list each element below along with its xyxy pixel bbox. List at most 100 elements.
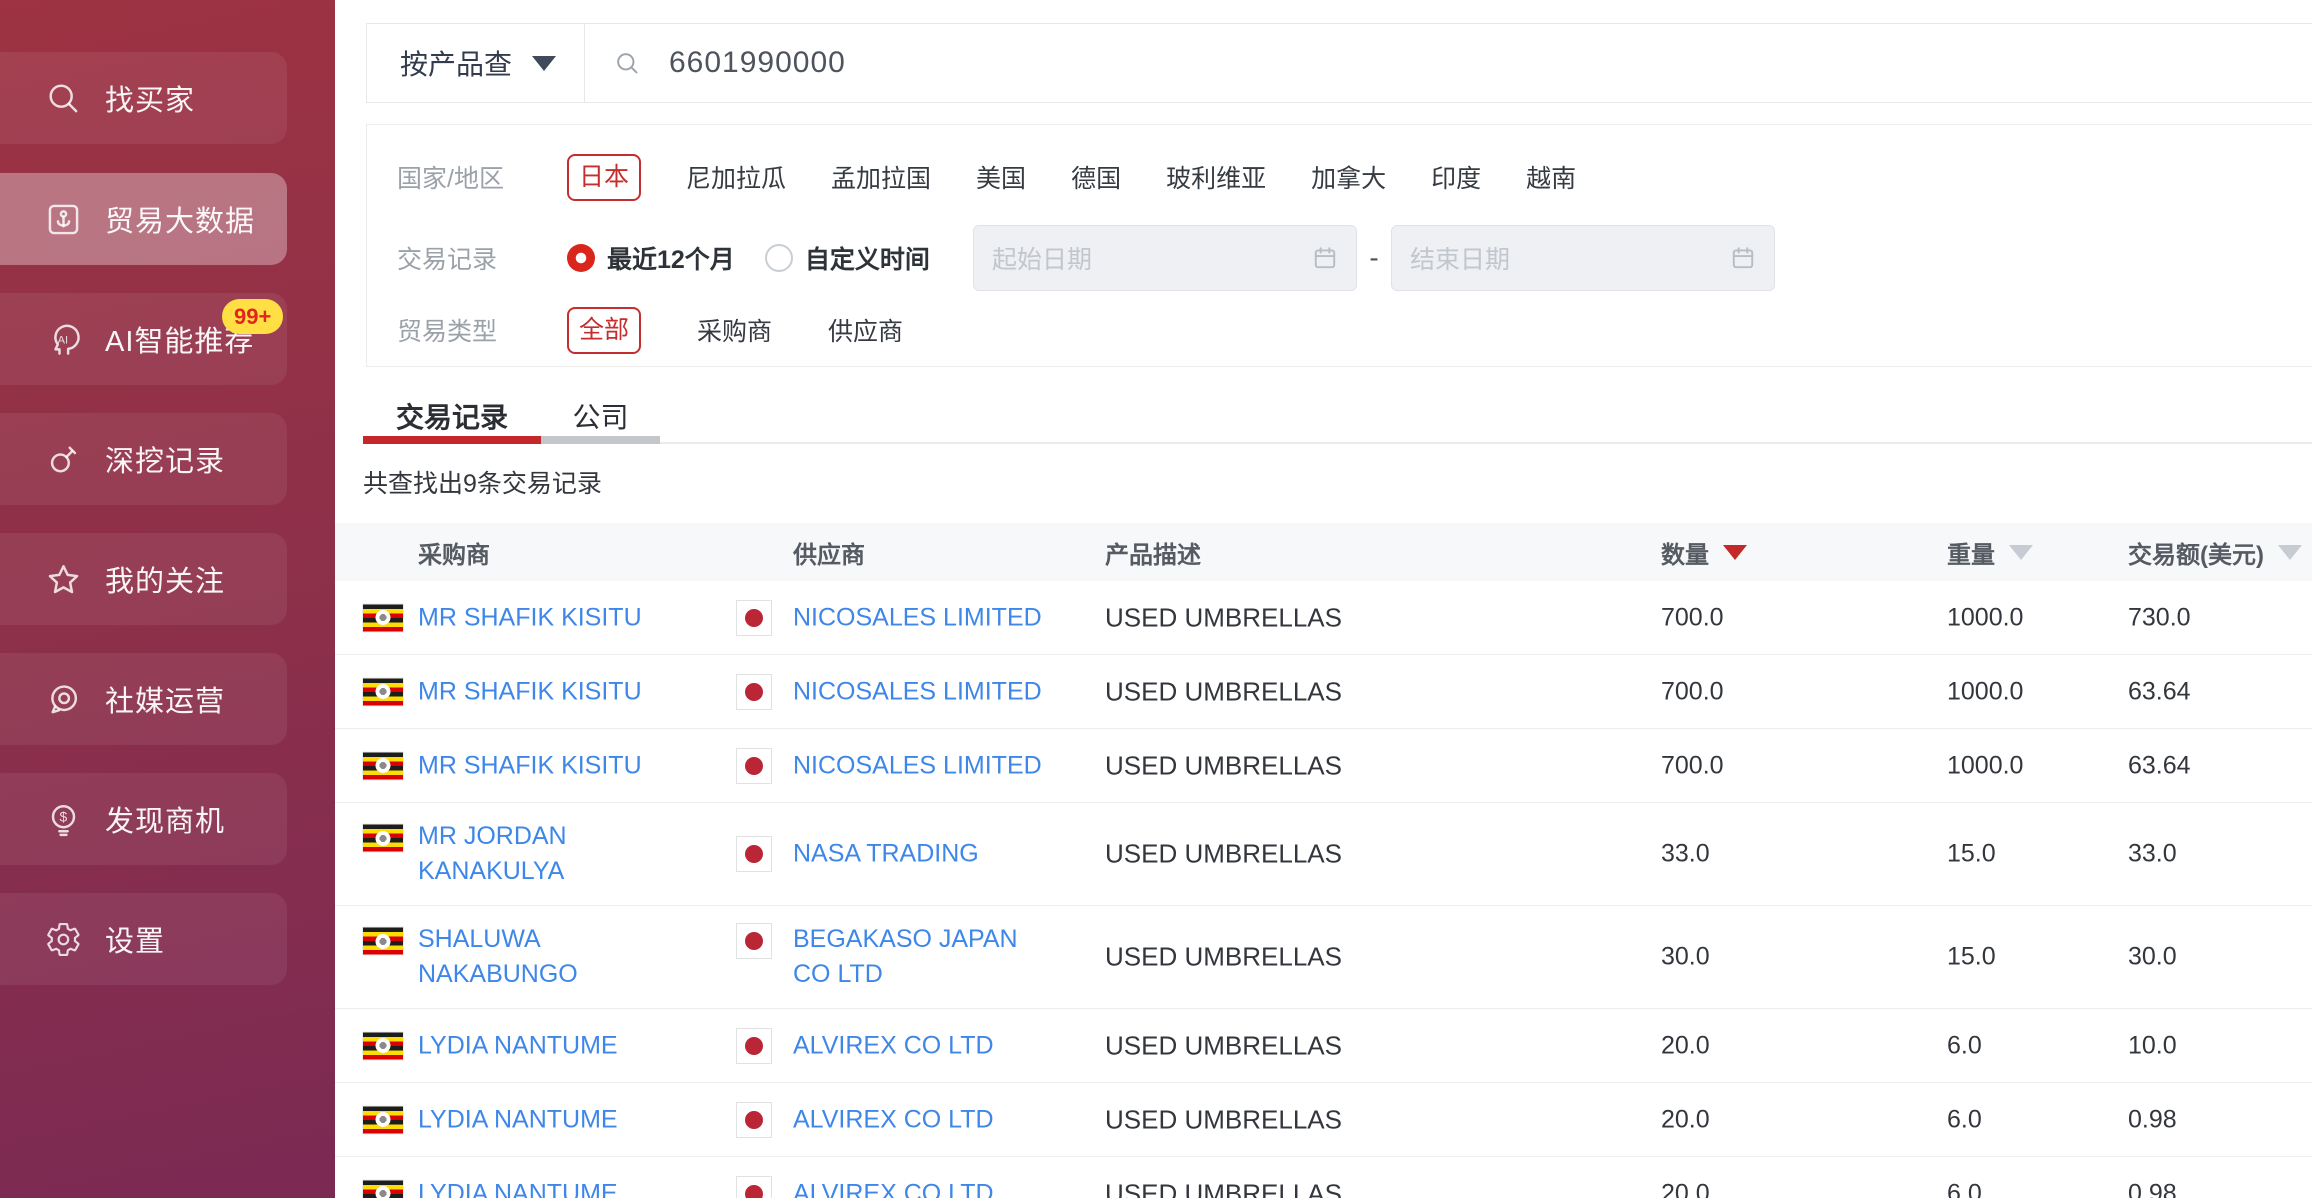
search-mode-dropdown[interactable]: 按产品查 (367, 24, 585, 102)
japan-flag-icon (736, 1102, 772, 1138)
buyer-link[interactable]: MR JORDAN KANAKULYA (418, 819, 663, 889)
column-header-amount[interactable]: 交易额(美元) (2128, 523, 2302, 581)
calendar-icon (1312, 245, 1338, 271)
buyer-link[interactable]: LYDIA NANTUME (418, 1028, 663, 1063)
sidebar-item-social-media[interactable]: 社媒运营 (0, 653, 287, 745)
trade-type-option-selected[interactable]: 全部 (567, 307, 641, 354)
table-row: MR SHAFIK KISITU NICOSALES LIMITED USED … (335, 581, 2312, 655)
quantity-value: 20.0 (1661, 1105, 1710, 1134)
quantity-value: 20.0 (1661, 1031, 1710, 1060)
ai-head-icon: AI (45, 321, 82, 358)
trade-data-icon (45, 201, 82, 238)
sort-desc-icon[interactable] (1723, 545, 1747, 560)
chat-bubble-icon (45, 681, 82, 718)
japan-flag-icon (736, 748, 772, 784)
product-description: USED UMBRELLAS (1105, 1104, 1342, 1135)
country-option[interactable]: 美国 (976, 159, 1026, 195)
trade-type-filter-label: 贸易类型 (397, 312, 537, 348)
buyer-link[interactable]: SHALUWA NAKABUNGO (418, 922, 663, 992)
trade-type-option[interactable]: 供应商 (828, 312, 903, 348)
supplier-link[interactable]: ALVIREX CO LTD (793, 1028, 1053, 1063)
bulb-dollar-icon: $ (45, 801, 82, 838)
table-row: SHALUWA NAKABUNGO BEGAKASO JAPAN CO LTD … (335, 906, 2312, 1009)
weight-value: 6.0 (1947, 1179, 1982, 1198)
sidebar-item-dig-records[interactable]: 深挖记录 (0, 413, 287, 505)
radio-selected-icon (567, 244, 595, 272)
sidebar-item-settings[interactable]: 设置 (0, 893, 287, 985)
main-content: 按产品查 6601990000 国家/地区 日本 尼加拉瓜 孟加拉国 美国 德国 (335, 0, 2312, 1198)
end-date-placeholder: 结束日期 (1410, 240, 1510, 276)
country-option[interactable]: 德国 (1071, 159, 1121, 195)
sidebar-item-find-buyers[interactable]: 找买家 (0, 52, 287, 144)
weight-value: 1000.0 (1947, 603, 2023, 632)
calendar-icon (1730, 245, 1756, 271)
quantity-value: 33.0 (1661, 840, 1710, 869)
uganda-flag-icon (363, 825, 403, 852)
product-description: USED UMBRELLAS (1105, 942, 1342, 973)
column-header-buyer[interactable]: 采购商 (418, 523, 490, 581)
uganda-flag-icon (363, 1032, 403, 1059)
radio-unselected-icon (765, 244, 793, 272)
japan-flag-icon (736, 674, 772, 710)
column-header-supplier[interactable]: 供应商 (793, 523, 865, 581)
supplier-link[interactable]: NICOSALES LIMITED (793, 674, 1053, 709)
column-header-weight[interactable]: 重量 (1947, 523, 2033, 581)
sidebar-item-ai-recommend[interactable]: 99+ AI AI智能推荐 (0, 293, 287, 385)
buyer-link[interactable]: LYDIA NANTUME (418, 1176, 663, 1198)
table-row: MR SHAFIK KISITU NICOSALES LIMITED USED … (335, 655, 2312, 729)
buyer-link[interactable]: MR SHAFIK KISITU (418, 748, 663, 783)
country-option[interactable]: 玻利维亚 (1166, 159, 1266, 195)
weight-value: 15.0 (1947, 840, 1996, 869)
column-header-product[interactable]: 产品描述 (1105, 523, 1201, 581)
sidebar-item-label: 贸易大数据 (105, 198, 255, 240)
uganda-flag-icon (363, 752, 403, 779)
uganda-flag-icon (363, 928, 403, 955)
sort-icon[interactable] (2009, 545, 2033, 560)
weight-value: 1000.0 (1947, 677, 2023, 706)
sidebar-item-my-follows[interactable]: 我的关注 (0, 533, 287, 625)
product-description: USED UMBRELLAS (1105, 1030, 1342, 1061)
app-screen: 找买家 贸易大数据 99+ AI AI智能推荐 (0, 0, 2312, 1198)
table-header: 采购商 供应商 产品描述 数量 重量 交易额(美元) (335, 523, 2312, 581)
search-input[interactable]: 6601990000 (585, 24, 2312, 102)
sidebar-item-label: 深挖记录 (105, 438, 225, 480)
sidebar-item-label: 找买家 (105, 77, 195, 119)
buyer-link[interactable]: MR SHAFIK KISITU (418, 674, 663, 709)
amount-value: 0.98 (2128, 1105, 2177, 1134)
radio-last-12-months[interactable]: 最近12个月 (567, 240, 735, 276)
start-date-input[interactable]: 起始日期 (973, 225, 1357, 291)
country-option[interactable]: 越南 (1526, 159, 1576, 195)
country-option[interactable]: 加拿大 (1311, 159, 1386, 195)
country-option-selected[interactable]: 日本 (567, 154, 641, 201)
search-bar: 按产品查 6601990000 (366, 23, 2312, 103)
radio-custom-time[interactable]: 自定义时间 (765, 240, 930, 276)
supplier-link[interactable]: ALVIREX CO LTD (793, 1102, 1053, 1137)
quantity-value: 700.0 (1661, 677, 1724, 706)
buyer-link[interactable]: LYDIA NANTUME (418, 1102, 663, 1137)
supplier-link[interactable]: ALVIREX CO LTD (793, 1176, 1053, 1198)
supplier-link[interactable]: BEGAKASO JAPAN CO LTD (793, 922, 1053, 992)
result-count-text: 共查找出9条交易记录 (363, 464, 602, 500)
supplier-link[interactable]: NASA TRADING (793, 837, 1053, 872)
date-range-separator: - (1360, 242, 1388, 274)
country-option[interactable]: 印度 (1431, 159, 1481, 195)
trade-type-option[interactable]: 采购商 (697, 312, 772, 348)
supplier-link[interactable]: NICOSALES LIMITED (793, 748, 1053, 783)
quantity-value: 30.0 (1661, 943, 1710, 972)
supplier-link[interactable]: NICOSALES LIMITED (793, 600, 1053, 635)
sidebar: 找买家 贸易大数据 99+ AI AI智能推荐 (0, 0, 335, 1198)
buyer-link[interactable]: MR SHAFIK KISITU (418, 600, 663, 635)
table-row: MR SHAFIK KISITU NICOSALES LIMITED USED … (335, 729, 2312, 803)
japan-flag-icon (736, 923, 772, 959)
sidebar-item-opportunities[interactable]: $ 发现商机 (0, 773, 287, 865)
country-filter-row: 国家/地区 日本 尼加拉瓜 孟加拉国 美国 德国 玻利维亚 加拿大 印度 越南 (397, 139, 2302, 215)
country-option[interactable]: 尼加拉瓜 (686, 159, 786, 195)
end-date-input[interactable]: 结束日期 (1391, 225, 1775, 291)
chevron-down-icon (532, 56, 556, 71)
column-header-quantity[interactable]: 数量 (1661, 523, 1747, 581)
search-icon (45, 80, 82, 117)
table-row: LYDIA NANTUME ALVIREX CO LTD USED UMBREL… (335, 1009, 2312, 1083)
sidebar-item-trade-big-data[interactable]: 贸易大数据 (0, 173, 287, 265)
country-option[interactable]: 孟加拉国 (831, 159, 931, 195)
sort-icon[interactable] (2278, 545, 2302, 560)
